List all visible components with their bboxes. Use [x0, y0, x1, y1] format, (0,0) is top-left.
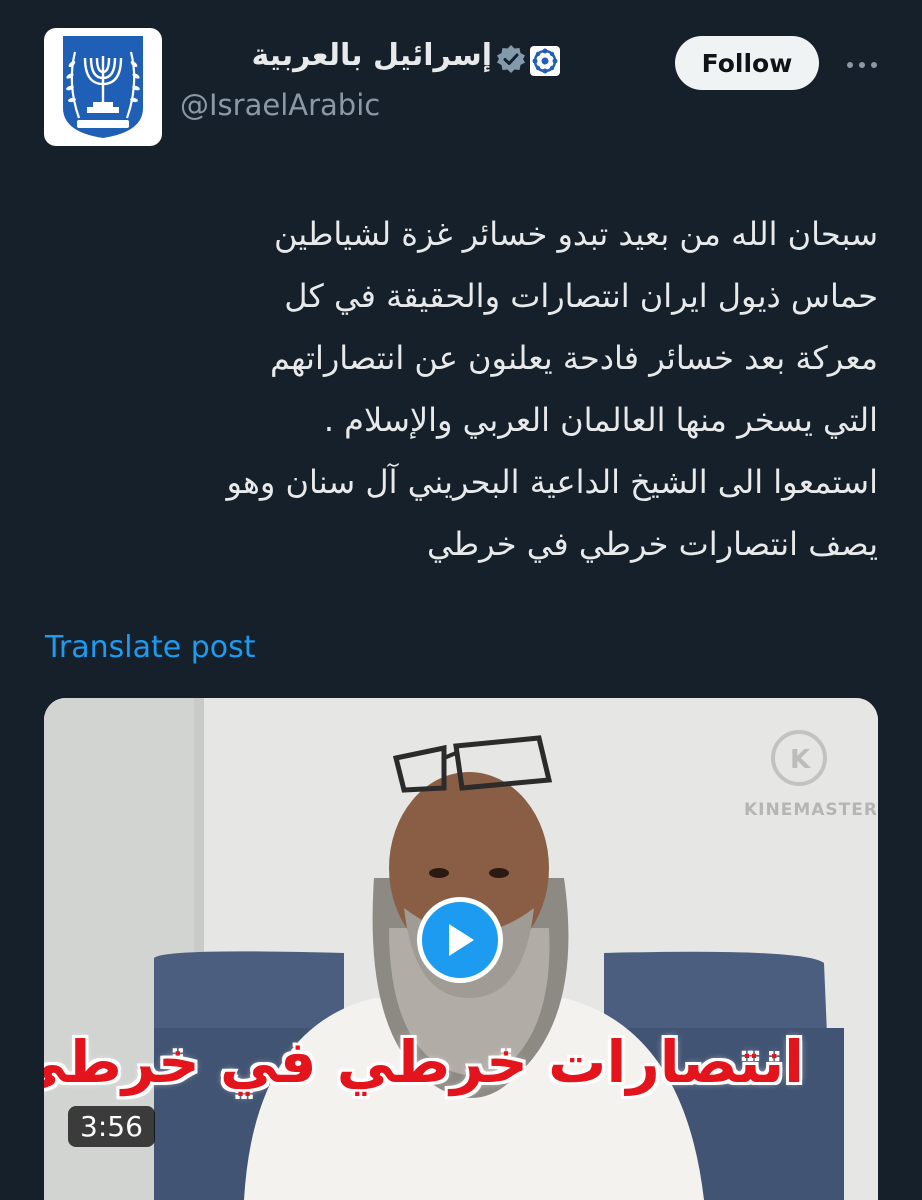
more-options-icon[interactable]: [845, 55, 879, 74]
play-button[interactable]: [417, 897, 503, 983]
post-text: سبحان الله من بعيد تبدو خسائر غزة لشياطي…: [226, 215, 878, 563]
government-affiliate-icon[interactable]: [530, 46, 560, 80]
video-duration: 3:56: [68, 1106, 155, 1147]
display-name[interactable]: إسرائيل بالعربية: [251, 38, 492, 73]
translate-post-link[interactable]: Translate post: [45, 630, 256, 665]
verified-badge-icon[interactable]: [496, 44, 526, 78]
account-handle[interactable]: @IsraelArabic: [180, 88, 380, 122]
follow-button[interactable]: Follow: [675, 36, 819, 90]
video-caption: انتصارات خرطي في خرطي: [44, 1028, 804, 1096]
kinemaster-watermark: KINEMASTER: [744, 800, 878, 820]
avatar[interactable]: [44, 28, 162, 146]
state-emblem-menorah-icon: [63, 36, 143, 138]
play-icon: [449, 924, 474, 956]
video-player[interactable]: K KINEMASTER انتصارات خرطي في خرطي 3:56: [44, 698, 878, 1200]
svg-text:K: K: [790, 745, 811, 775]
